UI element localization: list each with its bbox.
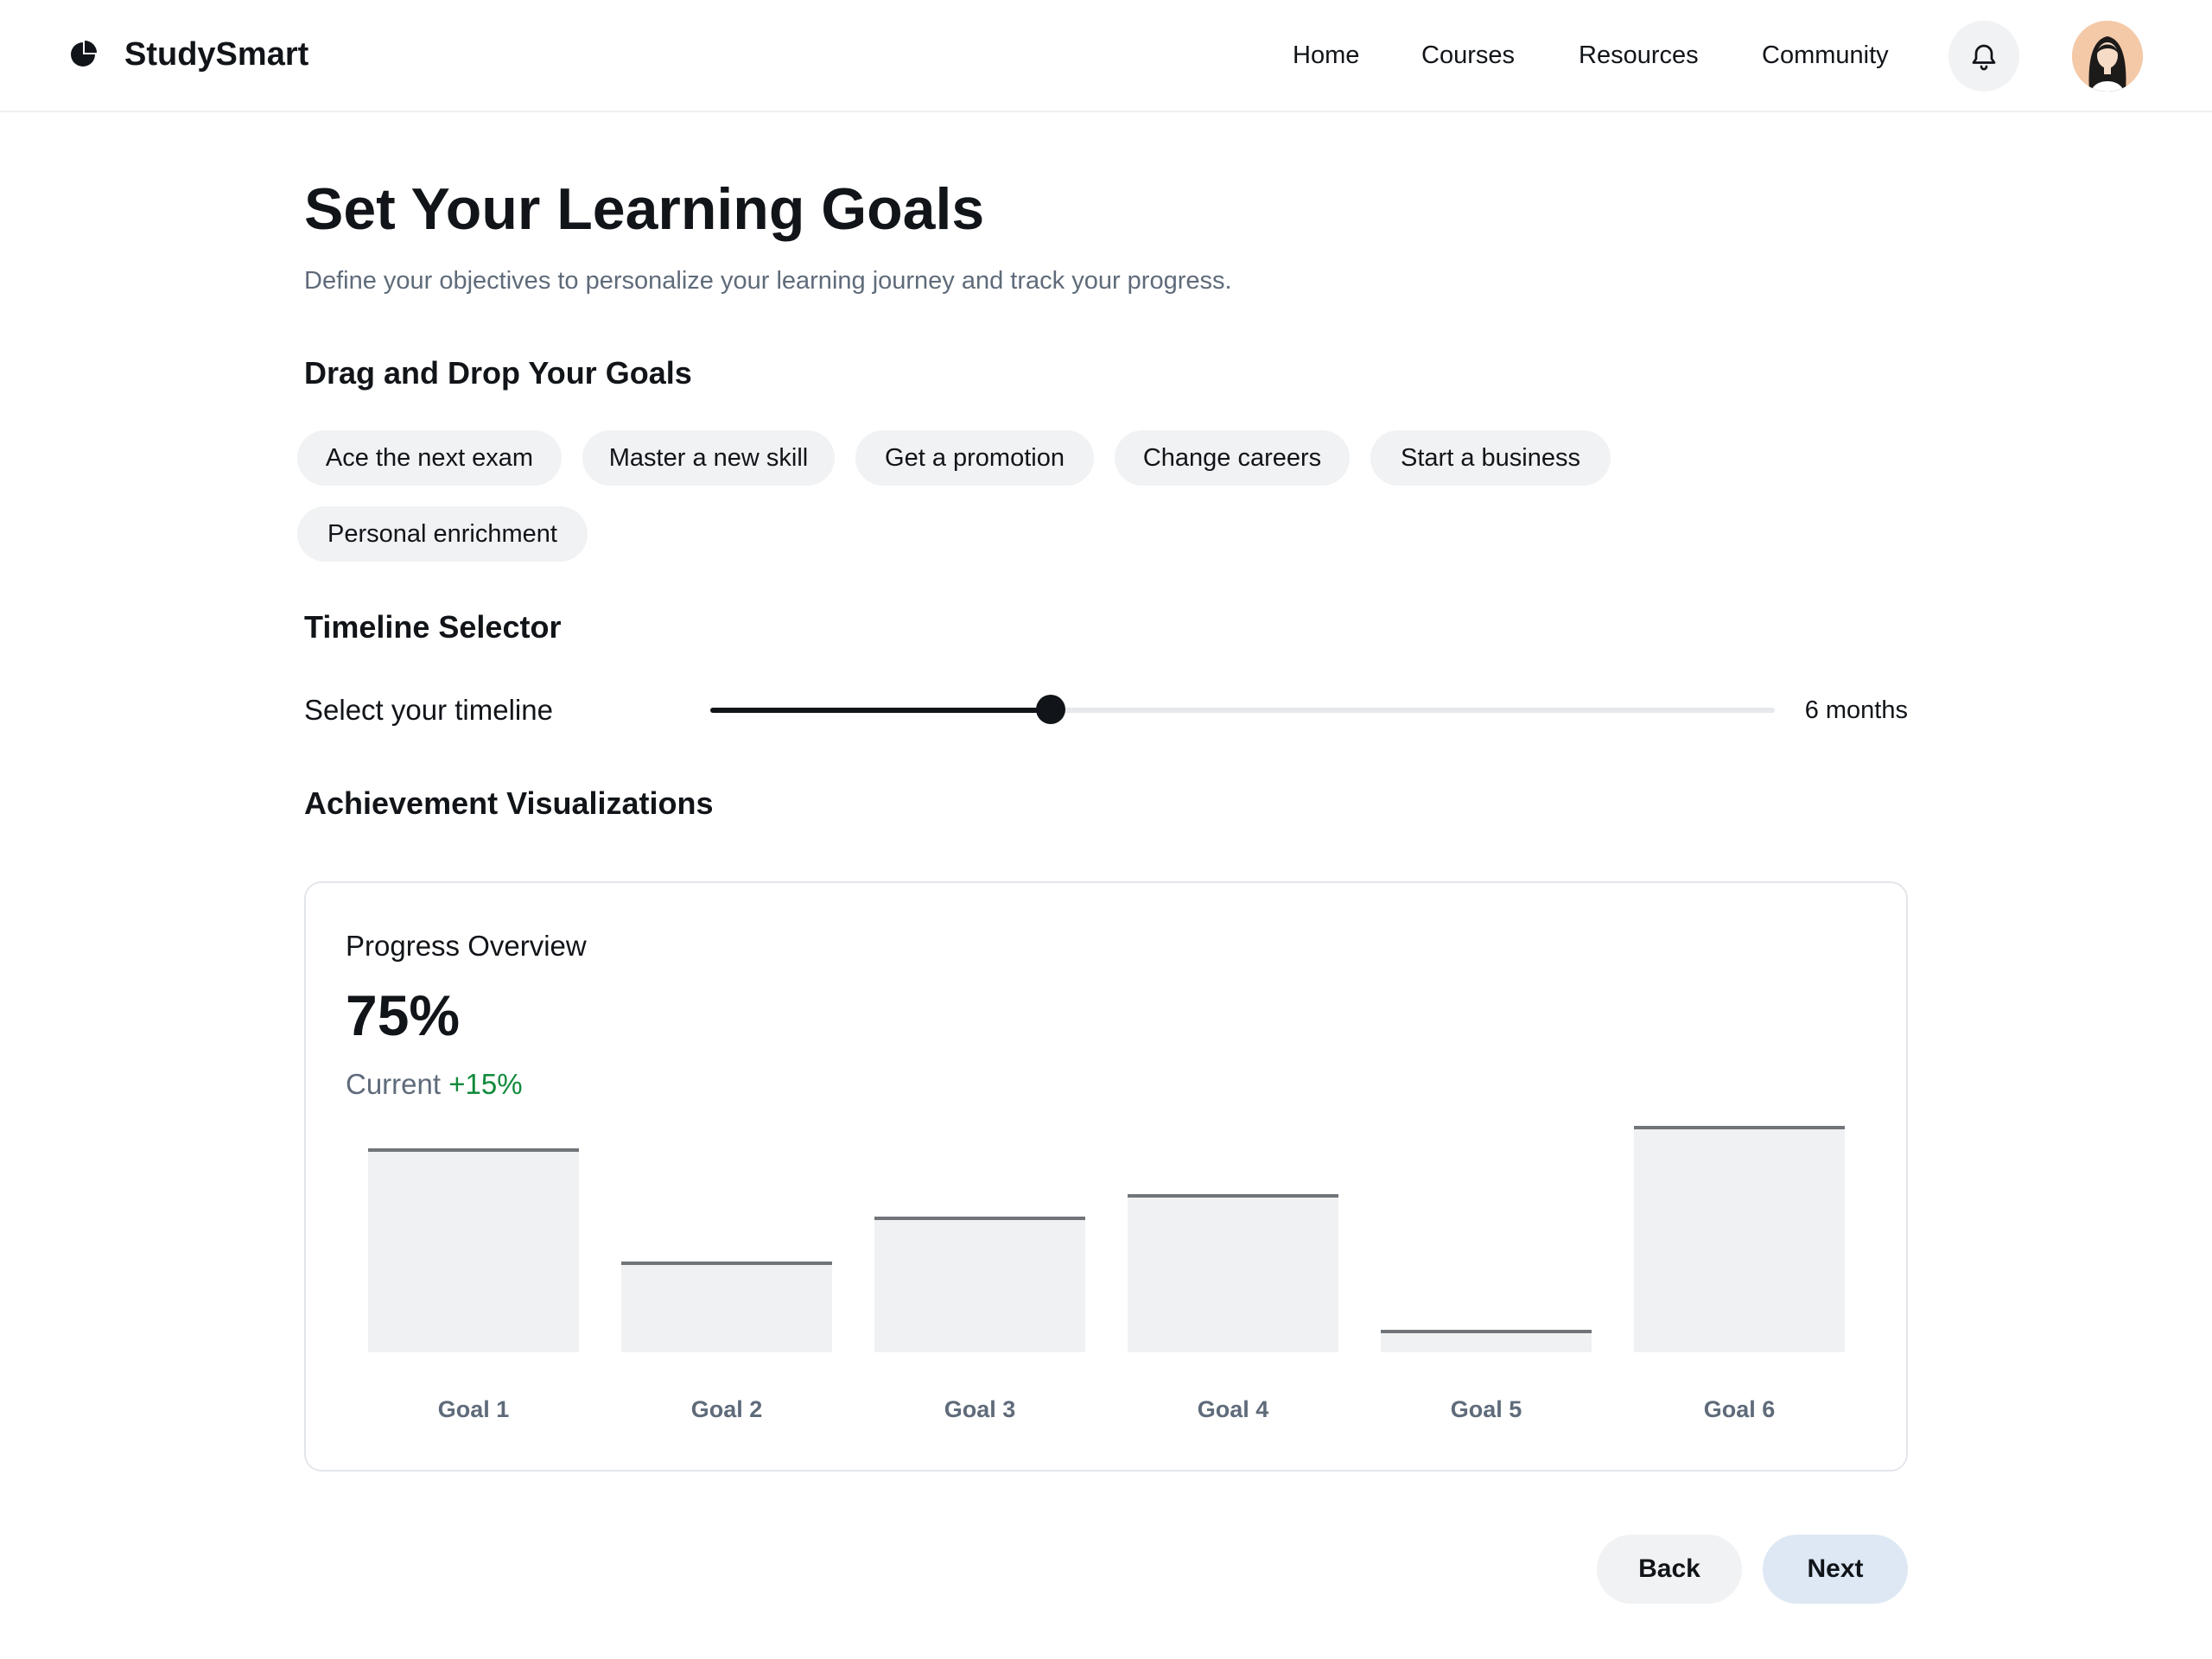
nav-home[interactable]: Home [1293,36,1359,74]
nav-courses[interactable]: Courses [1421,36,1515,74]
achievement-heading: Achievement Visualizations [304,785,714,821]
goal-chip[interactable]: Ace the next exam [297,430,562,486]
back-button[interactable]: Back [1597,1535,1742,1604]
current-line: Current +15% [346,1065,523,1103]
goal-chip[interactable]: Get a promotion [855,430,1094,486]
slider-thumb[interactable] [1036,695,1066,724]
progress-bar-chart: Goal 1 Goal 2 Goal 3 Goal 4 Goal 5 Goal 6 [346,1115,1866,1443]
chart-x-label: Goal 2 [690,1396,763,1422]
brand-name[interactable]: StudySmart [124,33,308,76]
nav-community[interactable]: Community [1762,36,1889,74]
goal-chip[interactable]: Change careers [1115,430,1350,486]
goal-chip[interactable]: Start a business [1370,430,1611,486]
chart-x-label: Goal 3 [944,1396,1016,1422]
timeline-heading: Timeline Selector [304,609,562,645]
goal-chip[interactable]: Personal enrichment [297,506,588,562]
chart-x-label: Goal 4 [1197,1396,1269,1422]
page-subtitle: Define your objectives to personalize yo… [304,267,1232,295]
next-button[interactable]: Next [1763,1535,1908,1604]
chart-x-label: Goal 1 [437,1396,510,1422]
bell-icon [1972,44,1996,71]
delta-value: +15% [448,1068,523,1100]
progress-value: 75% [346,983,461,1047]
top-navbar: StudySmart Home Courses Resources Commun… [0,0,2212,112]
user-avatar[interactable] [2072,21,2143,92]
timeline-label: Select your timeline [304,694,553,726]
notifications-button[interactable] [1948,21,2019,92]
chart-bar [1381,1330,1592,1352]
chart-bar [368,1148,579,1352]
chart-bar [874,1217,1085,1352]
card-title: Progress Overview [346,930,587,962]
chart-bar [621,1262,832,1352]
chart-bar [1634,1126,1845,1352]
chart-bar [1128,1194,1338,1352]
chart-x-label: Goal 5 [1450,1396,1522,1422]
timeline-value: 6 months [1804,696,1908,724]
logo-icon[interactable] [69,41,97,68]
chart-x-label: Goal 6 [1703,1396,1776,1422]
page-title: Set Your Learning Goals [304,176,985,242]
goal-chip[interactable]: Master a new skill [582,430,835,486]
timeline-slider[interactable] [710,695,1775,724]
goals-heading: Drag and Drop Your Goals [304,355,692,391]
current-label: Current [346,1068,442,1100]
slider-fill [710,708,1052,713]
nav-resources[interactable]: Resources [1579,36,1699,74]
